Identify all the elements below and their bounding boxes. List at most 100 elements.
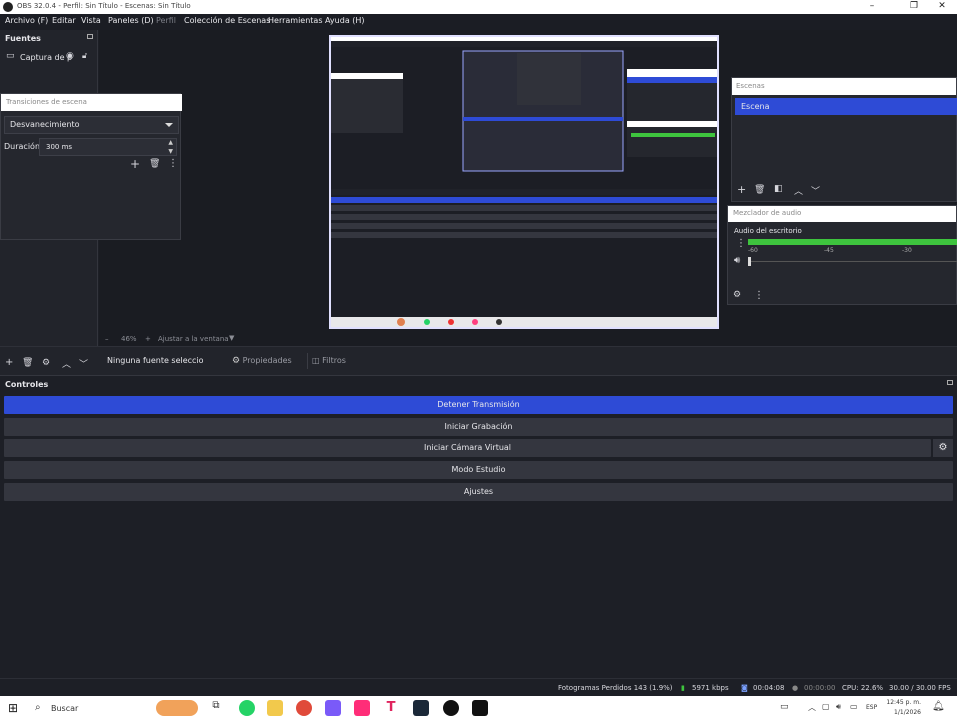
more-options-icon[interactable]: ⋮ [168,158,178,169]
menu-herramientas[interactable]: Herramientas [268,16,323,25]
sources-title: Fuentes [5,34,41,43]
meter-scale-60: -60 [748,247,758,254]
lock-icon[interactable]: 🔓︎ [82,51,87,61]
dock-float-icon[interactable] [87,34,93,39]
speaker-icon[interactable]: 🔊︎ [734,255,740,266]
transition-select-value: Desvanecimiento [10,120,80,129]
obs-taskbar-icon[interactable] [443,700,459,716]
window-title: OBS 32.0.4 - Perfil: Sin Título - Escena… [17,2,191,10]
scene-item[interactable]: Escena [735,98,957,115]
settings-button[interactable]: Ajustes [4,483,953,501]
fit-window-label[interactable]: Ajustar a la ventana [158,335,229,343]
add-scene-icon[interactable]: + [737,183,746,196]
whatsapp-icon[interactable] [239,700,255,716]
down-bottom-chevron-icon[interactable]: ﹀ [79,357,88,370]
remove-transition-icon[interactable]: 🗑︎ [149,159,160,169]
bitrate-signal-icon: ▮ [681,684,685,692]
filters-button[interactable]: ◫ Filtros [307,353,357,369]
tray-chevron-icon[interactable]: ︿ [808,702,816,713]
zoom-in-icon[interactable]: + [145,335,151,343]
volume-slider-handle[interactable] [748,257,751,266]
network-icon[interactable]: ▢ [822,702,830,711]
taskbar-clock[interactable]: 12:45 p. m. 1/1/2026 [886,698,921,718]
maximize-button[interactable]: ❐ [899,0,929,14]
controls-title: Controles [5,380,49,389]
meter-scale-45: -45 [824,247,834,254]
menu-paneles[interactable]: Paneles (D) [108,16,154,25]
no-source-selected-label: Ninguna fuente seleccionada [107,356,203,365]
windows-start-icon[interactable]: ⊞ [8,701,18,715]
audio-channel-label: Audio del escritorio [734,227,802,235]
notifications-icon[interactable]: 🔔︎ [932,701,945,712]
zoom-level: 46% [121,335,137,343]
close-button[interactable]: ✕ [927,0,957,14]
filters-label: Filtros [322,356,346,365]
dropped-frames: Fotogramas Perdidos 143 (1.9%) [558,684,673,692]
scene-up-chevron-icon[interactable]: ︿ [794,184,803,197]
status-bar: Fotogramas Perdidos 143 (1.9%) ▮ 5971 kb… [0,678,957,696]
volume-slider[interactable] [748,261,957,262]
start-virtual-camera-button[interactable]: Iniciar Cámara Virtual [4,439,931,457]
tiktok-studio-icon[interactable] [354,700,370,716]
menu-bar: Archivo (F) Editar Vista Paneles (D) Per… [0,14,957,30]
properties-label: Propiedades [242,356,292,365]
chrome-icon[interactable] [296,700,312,716]
preview-zoom-bar: – 46% + Ajustar a la ventana ▼ [99,332,329,346]
keyboard-icon[interactable]: ▭ [780,702,789,712]
text-app-icon[interactable]: T [383,700,399,716]
remove-scene-icon[interactable]: 🗑︎ [754,185,765,195]
properties-button[interactable]: ⚙ Propiedades [232,353,296,369]
duration-value: 300 ms [46,143,73,151]
clock-time: 12:45 p. m. [886,699,921,706]
add-source-bottom-icon[interactable]: + [5,357,13,368]
fps: 30.00 / 30.00 FPS [889,684,951,692]
mixer-settings-gear-icon[interactable]: ⚙ [733,290,741,300]
volume-meter-fill [748,239,957,245]
spin-down-icon[interactable]: ▼ [168,148,173,155]
channel-menu-icon[interactable]: ⋮ [736,238,746,249]
transitions-title: Transiciones de escena [1,94,182,111]
menu-coleccion-escenas[interactable]: Colección de Escenas [184,16,270,25]
minimize-button[interactable]: – [857,0,887,14]
controls-float-icon[interactable] [947,380,953,385]
menu-ayuda[interactable]: Ayuda (H) [325,16,365,25]
menu-archivo[interactable]: Archivo (F) [5,16,48,25]
eye-icon[interactable]: ◉ [66,51,74,61]
task-view-icon[interactable]: ⧉ [208,700,224,716]
mixer-more-icon[interactable]: ⋮ [754,290,764,301]
menu-editar[interactable]: Editar [52,16,76,25]
transition-select[interactable]: Desvanecimiento [4,116,179,134]
tiktok-icon[interactable] [472,700,488,716]
duration-spinbox[interactable]: 300 ms ▲ ▼ [39,138,177,156]
preview-capture-image [331,37,717,327]
settings-bottom-gear-icon[interactable]: ⚙ [42,358,50,368]
source-item[interactable]: ▭ Captura de p ◉ 🔓︎ [4,51,94,65]
spin-up-icon[interactable]: ▲ [168,139,173,146]
add-transition-icon[interactable]: + [130,157,140,171]
zoom-out-icon[interactable]: – [105,335,109,343]
controls-dock: Controles Detener Transmisión Iniciar Gr… [0,375,957,678]
taskbar-search[interactable]: ⌕ Buscar [29,696,149,720]
steam-icon[interactable] [413,700,429,716]
volume-tray-icon[interactable]: 🔊︎ [836,702,841,712]
up-bottom-chevron-icon[interactable]: ︿ [62,357,71,370]
discord-icon[interactable] [325,700,341,716]
bitrate: 5971 kbps [692,684,729,692]
weather-widget-icon[interactable] [156,700,198,716]
scene-filters-icon[interactable]: ◧ [774,184,783,194]
studio-mode-button[interactable]: Modo Estudio [4,461,953,479]
clock-date: 1/1/2026 [894,709,921,716]
language-indicator[interactable]: ESP [866,704,877,711]
source-toolbar: + 🗑︎ ⚙ ︿ ﹀ Ninguna fuente seleccionada ⚙… [0,346,957,375]
scene-down-chevron-icon[interactable]: ﹀ [811,184,820,197]
start-recording-button[interactable]: Iniciar Grabación [4,418,953,436]
file-explorer-icon[interactable] [267,700,283,716]
zoom-dropdown-arrow-icon[interactable]: ▼ [229,334,234,342]
stop-streaming-button[interactable]: Detener Transmisión [4,396,953,414]
battery-icon[interactable]: ▭ [850,702,858,711]
program-preview[interactable] [329,35,719,329]
remove-source-bottom-icon[interactable]: 🗑︎ [22,358,33,368]
menu-vista[interactable]: Vista [81,16,101,25]
virtual-camera-settings-gear-icon[interactable]: ⚙ [933,439,953,457]
menu-perfil[interactable]: Perfil [156,16,176,25]
